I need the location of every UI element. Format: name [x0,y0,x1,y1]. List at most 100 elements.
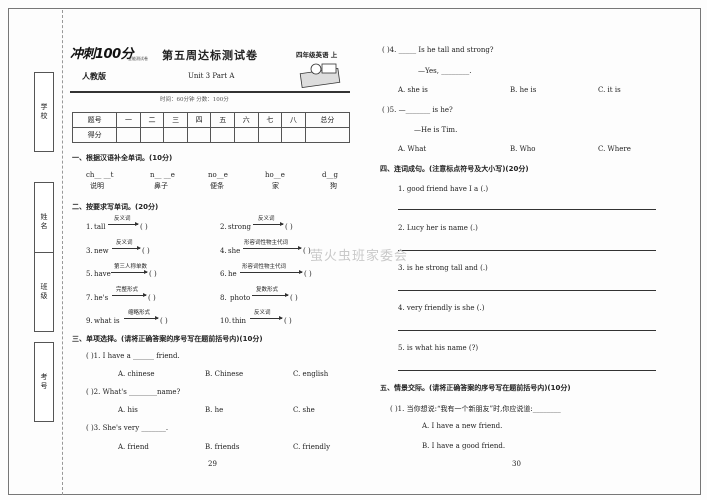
answer-line[interactable] [398,209,656,210]
score-input-cell[interactable] [116,127,141,143]
q2-answer[interactable]: ( ) [148,294,156,302]
score-table: 题号 一 二 三 四 五 六 七 八 总分 得分 [71,112,351,143]
mc-option[interactable]: C. she [293,406,315,414]
exam-header: 冲刺100分 全能测试卷 第五周达标测试卷 四年级英语 上 人教版 Unit 3… [70,43,350,98]
q2-item-word: he's [94,294,109,302]
q2-item-word: he [228,270,237,278]
q2-item-num: 10. [220,317,232,325]
mc-option[interactable]: C. friendly [293,443,330,451]
mc-option[interactable]: C. it is [598,86,621,94]
answer-line[interactable] [398,330,656,331]
unit-label: Unit 3 Part A [188,72,235,80]
fill-word[interactable]: n__ __e [150,171,175,179]
mc-option[interactable]: A. What [398,145,426,153]
answer-line[interactable] [398,370,656,371]
score-input-cell[interactable] [257,127,283,143]
section2-title: 二、按要求写单词。(20分) [72,203,159,211]
exam-page: 学校 姓名 班级 考号 冲刺100分 全能测试卷 第五周达标测试卷 四年级英语 … [0,0,707,500]
exam-number-field[interactable]: 考号 [34,342,54,422]
edition-label: 人教版 [82,71,106,81]
score-input-cell[interactable] [186,127,212,143]
score-input-cell[interactable] [234,127,259,143]
q2-answer[interactable]: ( ) [304,270,312,278]
score-input-cell[interactable] [139,127,165,143]
fill-word[interactable]: ch__ __t [86,171,113,179]
q2-item-word: photo [230,294,251,302]
score-cell: 六 [234,112,259,128]
grade-label: 四年级英语 上 [296,51,338,59]
fill-word[interactable]: d__g [322,171,338,179]
q2-answer[interactable]: ( ) [160,317,168,325]
section4-title: 四、连词成句。(注意标点符号及大小写)(20分) [380,165,529,173]
q2-answer[interactable]: ( ) [290,294,298,302]
q2-item-word: what is [94,317,120,325]
mc-option[interactable]: A. chinese [118,370,155,378]
q2-answer[interactable]: ( ) [284,317,292,325]
mc-option[interactable]: A. friend [118,443,149,451]
class-field[interactable]: 班级 [34,252,54,332]
q2-item-word: strong [228,223,251,231]
q2-item-hint: 形容词性物主代词 [244,240,289,246]
fill-word-hint: 鼻子 [154,182,168,190]
sentence-words: 4. very friendly is she (.) [398,304,485,312]
binding-line [62,10,63,495]
q2-item-num: 7. [86,294,93,302]
mc-option[interactable]: A. she is [398,86,428,94]
mc-option[interactable]: B. he [205,406,223,414]
section5-title: 五、情景交际。(请将正确答案的序号写在题前括号内)(10分) [380,384,571,392]
arrow-icon [252,293,289,297]
score-cell: 七 [257,112,283,128]
score-table-header-row: 题号 一 二 三 四 五 六 七 八 总分 [71,112,351,128]
school-field[interactable]: 学校 [34,72,54,152]
school-label: 学校 [40,103,48,120]
score-cell: 八 [281,112,306,128]
class-label: 班级 [40,283,48,300]
fill-word[interactable]: no__e [208,171,228,179]
answer-line[interactable] [398,290,656,291]
q2-answer[interactable]: ( ) [142,247,150,255]
score-cell: 三 [163,112,188,128]
fill-word-hint: 家 [272,182,279,190]
situation-option[interactable]: A. I have a new friend. [422,422,502,430]
mc-reply: —He is Tim. [414,126,458,134]
q2-item-hint: 缩略形式 [128,310,151,316]
mc-question: ( )2. What's ________name? [86,388,181,396]
mc-option[interactable]: B. Chinese [205,370,243,378]
answer-line[interactable] [398,250,656,251]
arrow-icon [253,222,284,226]
score-table-score-row: 得分 [71,127,351,143]
mc-option[interactable]: C. Where [598,145,631,153]
score-input-cell[interactable] [281,127,306,143]
mc-option[interactable]: A. his [118,406,138,414]
mc-option[interactable]: B. he is [510,86,536,94]
mc-question: ( )1. I have a ______ friend. [86,352,180,360]
header-rule [70,91,350,93]
q2-item-num: 3. [86,247,93,255]
mc-question: ( )4. _____ Is he tall and strong? [382,46,494,54]
section3-title: 三、单项选择。(请将正确答案的序号写在题前括号内)(10分) [72,335,263,343]
score-input-cell[interactable] [304,127,351,143]
sentence-words: 3. is he strong tall and (.) [398,264,488,272]
q2-answer[interactable]: ( ) [285,223,293,231]
q2-item-word: tall [94,223,106,231]
arrow-icon [124,316,159,320]
fill-word[interactable]: ho__e [265,171,285,179]
q2-item-num: 1. [86,223,93,231]
mc-option[interactable]: B. Who [510,145,536,153]
arrow-icon [112,293,147,297]
mc-reply: —Yes, ________. [418,67,472,75]
situation-option[interactable]: B. I have a good friend. [422,442,505,450]
score-input-cell[interactable] [210,127,235,143]
sentence-words: 5. is what his name (?) [398,344,479,352]
q2-answer[interactable]: ( ) [140,223,148,231]
name-field[interactable]: 姓名 [34,182,54,262]
mc-option[interactable]: B. friends [205,443,240,451]
arrow-icon [112,246,141,250]
page-number-left: 29 [208,460,217,468]
score-input-cell[interactable] [163,127,188,143]
q2-item-hint: 复数形式 [256,287,279,293]
sentence-words: 2. Lucy her is name (.) [398,224,478,232]
q2-answer[interactable]: ( ) [149,270,157,278]
student-info-strip: 学校 姓名 班级 考号 [34,70,54,490]
mc-option[interactable]: C. english [293,370,328,378]
